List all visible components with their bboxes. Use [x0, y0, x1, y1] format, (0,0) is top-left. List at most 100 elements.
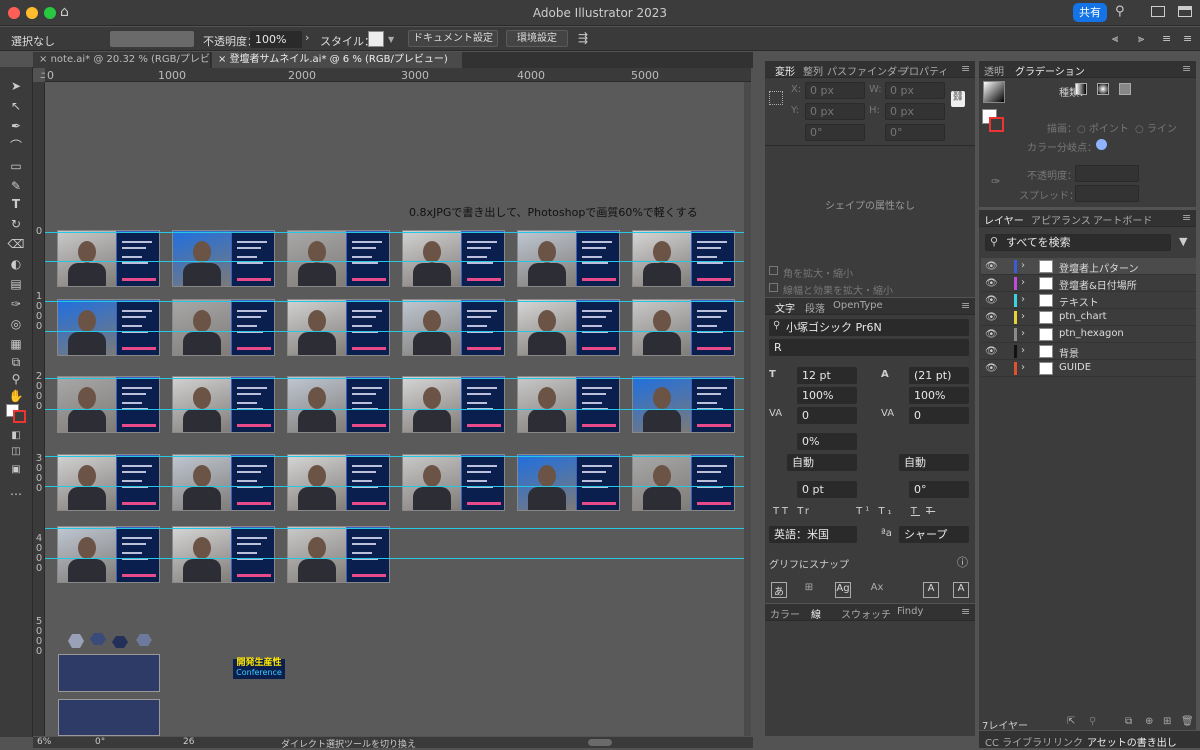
shear-input[interactable]: 0°	[885, 124, 945, 141]
vertical-scrollbar[interactable]	[744, 82, 751, 736]
speaker-thumbnail[interactable]	[287, 299, 390, 356]
tab-paragraph[interactable]: 段落	[805, 300, 825, 315]
zoom-icon[interactable]: ⚲	[7, 372, 25, 386]
rotate-view[interactable]: 0°	[95, 737, 135, 747]
close-icon[interactable]: ×	[39, 54, 51, 65]
chevron-right-icon[interactable]: ›	[1021, 362, 1025, 373]
search-icon[interactable]: ⚲	[1089, 716, 1096, 727]
canvas-caption-text[interactable]: 0.8xJPGで書き出して、Photoshopで画質60%で軽くする	[409, 204, 698, 220]
freeform-gradient-button[interactable]	[1119, 83, 1131, 95]
tab-appearance[interactable]: アピアランス	[1031, 212, 1091, 227]
layer-row[interactable]: 👁 › GUIDE	[981, 360, 1196, 377]
eye-icon[interactable]: 👁	[985, 312, 998, 323]
workspace-icon[interactable]	[1151, 6, 1165, 17]
align-center-icon[interactable]: ⫸	[1138, 32, 1144, 46]
canvas[interactable]: 0.8xJPGで書き出して、Photoshopで画質60%で軽くする 開発生産性…	[45, 82, 751, 736]
line-radio[interactable]: ○ ライン	[1135, 120, 1177, 135]
gradient-icon[interactable]: ▤	[7, 277, 25, 291]
radial-gradient-button[interactable]	[1097, 83, 1109, 95]
tab-links[interactable]: リンク	[1053, 734, 1083, 749]
panel-menu-icon[interactable]: ≡	[961, 62, 970, 75]
tab-swatches[interactable]: スウォッチ	[841, 606, 891, 621]
y-input[interactable]: 0 px	[805, 103, 865, 120]
chevron-right-icon[interactable]: ›	[1021, 277, 1025, 288]
underline-button[interactable]: T	[911, 506, 920, 517]
tracking-input[interactable]: 0	[909, 407, 969, 424]
glyph-snap-icon[interactable]: Ax	[869, 582, 885, 598]
pen-icon[interactable]: ✒	[7, 119, 25, 133]
speaker-thumbnail[interactable]	[172, 230, 275, 287]
tab-opentype[interactable]: OpenType	[833, 300, 883, 311]
arrange-docs-icon[interactable]: ⇶	[578, 31, 588, 45]
layer-row[interactable]: 👁 › 登壇者上パターン	[981, 258, 1196, 275]
tab-transform[interactable]: 変形	[775, 63, 795, 78]
speaker-thumbnail[interactable]	[57, 230, 160, 287]
h-input[interactable]: 0 px	[885, 103, 945, 120]
style-swatch[interactable]	[368, 31, 384, 47]
layer-row[interactable]: 👁 › テキスト	[981, 292, 1196, 309]
glyph-snap-icon[interactable]: A	[923, 582, 939, 598]
search-icon[interactable]: ⚲	[1115, 4, 1125, 19]
leading-input[interactable]: (21 pt)	[909, 367, 969, 384]
fill-stroke-dropdown[interactable]	[110, 31, 194, 47]
tsume-input[interactable]: 0%	[797, 433, 857, 450]
w-input[interactable]: 0 px	[885, 82, 945, 99]
color-mode-icon[interactable]: ◧	[7, 429, 25, 443]
panel-menu-icon[interactable]: ≡	[961, 299, 970, 312]
speaker-thumbnail[interactable]	[632, 454, 735, 511]
eye-icon[interactable]: 👁	[985, 295, 998, 306]
speaker-thumbnail[interactable]	[172, 454, 275, 511]
speaker-thumbnail[interactable]	[57, 526, 160, 583]
pattern-thumbnail[interactable]	[58, 699, 160, 736]
speaker-thumbnail[interactable]	[517, 299, 620, 356]
tab-color[interactable]: カラー	[770, 606, 800, 621]
align-left-icon[interactable]: ⫷	[1112, 32, 1118, 46]
speaker-thumbnail[interactable]	[57, 454, 160, 511]
chevron-right-icon[interactable]: ›	[305, 31, 309, 44]
tab-artboards[interactable]: アートボード	[1093, 212, 1152, 227]
blend-icon[interactable]: ◎	[7, 317, 25, 331]
eye-icon[interactable]: 👁	[985, 329, 998, 340]
subscript-button[interactable]: T₁	[878, 506, 894, 517]
rotate-input[interactable]: 0°	[805, 124, 865, 141]
close-icon[interactable]: ×	[218, 54, 230, 65]
aki-left-select[interactable]: 自動	[787, 454, 857, 471]
panel-menu-icon[interactable]: ≡	[961, 605, 970, 618]
rectangle-icon[interactable]: ▭	[7, 159, 25, 173]
more-tools-icon[interactable]: ⋯	[7, 487, 25, 501]
baseline-shift-input[interactable]: 0 pt	[797, 481, 857, 498]
share-button[interactable]: 共有	[1073, 3, 1107, 22]
tab-cc-libraries[interactable]: CC ライブラリ	[985, 734, 1052, 749]
screen-mode-icon[interactable]: ▣	[7, 463, 25, 477]
eye-icon[interactable]: 👁	[985, 278, 998, 289]
font-size-input[interactable]: 12 pt	[797, 367, 857, 384]
arrange-icon[interactable]	[1178, 6, 1192, 17]
speaker-thumbnail[interactable]	[402, 299, 505, 356]
glyph-snap-icon[interactable]: あ	[771, 582, 787, 598]
speaker-thumbnail[interactable]	[517, 376, 620, 433]
layer-row[interactable]: 👁 › ptn_chart	[981, 309, 1196, 326]
align-right-icon[interactable]: ≡	[1162, 32, 1171, 45]
hexagon-pattern[interactable]	[60, 630, 160, 652]
color-stop-icon[interactable]	[1096, 139, 1107, 150]
scale-strokes-checkbox[interactable]	[769, 283, 778, 292]
clipping-mask-icon[interactable]: ⧉	[1125, 716, 1132, 727]
chevron-right-icon[interactable]: ›	[1021, 260, 1025, 271]
glyph-snap-icon[interactable]: Ag	[835, 582, 851, 598]
antialias-select[interactable]: シャープ	[899, 526, 969, 543]
horizontal-scrollbar[interactable]	[588, 739, 612, 746]
speaker-thumbnail[interactable]	[172, 526, 275, 583]
eye-icon[interactable]: 👁	[985, 346, 998, 357]
aki-right-select[interactable]: 自動	[899, 454, 969, 471]
gradient-opacity-input[interactable]	[1075, 165, 1139, 182]
speaker-thumbnail[interactable]	[287, 526, 390, 583]
trash-icon[interactable]: 🗑	[1181, 716, 1194, 727]
chevron-right-icon[interactable]: ›	[1021, 345, 1025, 356]
panel-menu-icon[interactable]: ≡	[1182, 62, 1191, 75]
preferences-button[interactable]: 環境設定	[506, 30, 568, 47]
point-radio[interactable]: ○ ポイント	[1077, 120, 1129, 135]
speaker-thumbnail[interactable]	[57, 376, 160, 433]
brush-icon[interactable]: ✎	[7, 179, 25, 193]
scale-corners-checkbox[interactable]	[769, 266, 778, 275]
locate-object-icon[interactable]: ⇱	[1067, 716, 1075, 727]
